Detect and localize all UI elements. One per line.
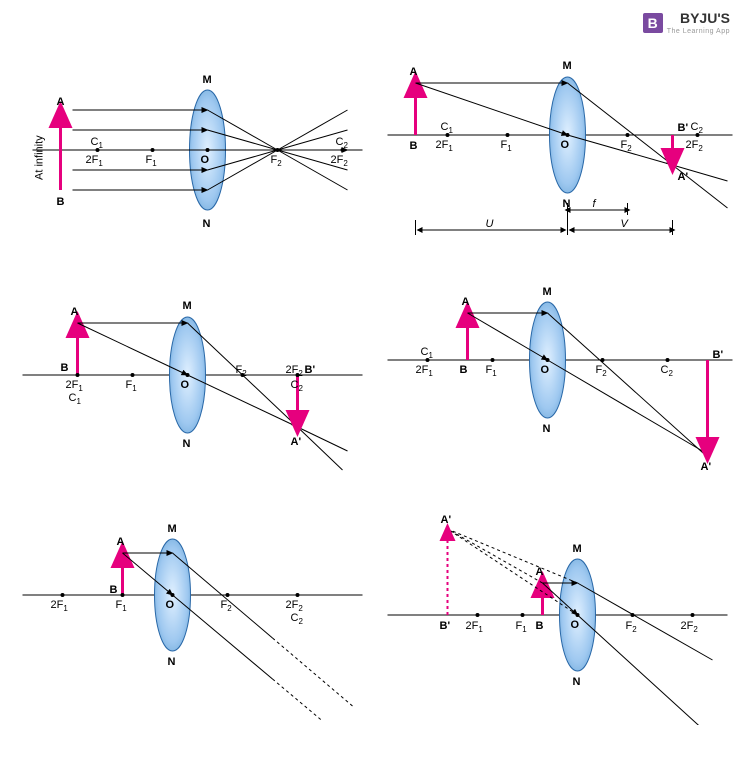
svg-text:C1: C1 <box>421 346 434 360</box>
svg-text:2F2: 2F2 <box>286 364 304 378</box>
svg-text:U: U <box>486 218 494 230</box>
svg-text:2F2: 2F2 <box>686 139 704 153</box>
label-F1: F1 <box>146 154 158 168</box>
svg-text:F2: F2 <box>626 620 638 634</box>
svg-text:2F1: 2F1 <box>436 139 454 153</box>
svg-text:B: B <box>460 364 468 376</box>
svg-text:F1: F1 <box>501 139 513 153</box>
svg-text:M: M <box>573 543 582 555</box>
svg-text:C1: C1 <box>441 121 454 135</box>
svg-text:F2: F2 <box>621 139 633 153</box>
diagram-at-2f1: A B B' A' M N O 2F1 C1 F1 F2 2F2 C2 <box>10 265 375 495</box>
svg-text:A: A <box>462 296 470 308</box>
svg-text:N: N <box>573 676 581 688</box>
svg-text:F1: F1 <box>516 620 528 634</box>
svg-text:B: B <box>110 584 118 596</box>
label-C1: C1 <box>91 136 104 150</box>
svg-text:A: A <box>117 536 125 548</box>
label-M: M <box>203 74 212 86</box>
svg-text:O: O <box>541 364 550 376</box>
svg-text:A': A' <box>701 461 712 473</box>
svg-text:O: O <box>571 619 580 631</box>
label-A: A <box>57 96 65 108</box>
svg-text:C2: C2 <box>691 121 704 135</box>
diagram-between-f1-o: A' B' A B M N O 2F1 F1 F2 2F2 <box>375 495 740 725</box>
svg-text:B': B' <box>305 364 316 376</box>
svg-text:2F2: 2F2 <box>681 620 699 634</box>
svg-text:N: N <box>563 198 571 210</box>
svg-text:M: M <box>168 523 177 535</box>
label-F2: F2 <box>271 154 283 168</box>
svg-text:F1: F1 <box>486 364 498 378</box>
svg-text:N: N <box>183 438 191 450</box>
svg-text:M: M <box>543 286 552 298</box>
svg-text:A': A' <box>441 514 452 526</box>
svg-text:M: M <box>183 300 192 312</box>
svg-text:N: N <box>168 656 176 668</box>
label-2F1: 2F1 <box>86 154 104 168</box>
brand-logo: B BYJU'S The Learning App <box>10 10 740 35</box>
svg-text:B: B <box>61 362 69 374</box>
label-2F2: 2F2 <box>331 154 349 168</box>
label-at-infinity: At infinity <box>34 135 46 180</box>
diagram-infinity: A B At infinity M N O C1 2F1 F1 F2 C2 2F… <box>10 35 375 265</box>
svg-text:O: O <box>181 379 190 391</box>
svg-text:A: A <box>410 66 418 78</box>
svg-text:A: A <box>536 566 544 578</box>
svg-text:N: N <box>543 423 551 435</box>
diagram-between-f1-2f1: A B B' A' M N O C1 2F1 F1 F2 C2 <box>375 265 740 495</box>
svg-text:F2: F2 <box>596 364 608 378</box>
logo-tagline: The Learning App <box>667 28 730 35</box>
logo-mark: B <box>643 13 663 33</box>
svg-text:2F1: 2F1 <box>466 620 484 634</box>
svg-text:O: O <box>166 599 175 611</box>
svg-text:F1: F1 <box>116 599 128 613</box>
logo-name: BYJU'S <box>680 10 730 26</box>
svg-text:C2: C2 <box>291 612 304 626</box>
svg-text:O: O <box>561 139 570 151</box>
svg-text:A': A' <box>678 171 689 183</box>
svg-text:f: f <box>593 198 597 210</box>
svg-text:B': B' <box>678 122 689 134</box>
svg-text:C2: C2 <box>661 364 674 378</box>
svg-text:B': B' <box>713 349 724 361</box>
label-N: N <box>203 218 211 230</box>
svg-text:F2: F2 <box>221 599 233 613</box>
svg-text:A: A <box>71 306 79 318</box>
svg-text:F2: F2 <box>236 364 248 378</box>
svg-text:F1: F1 <box>126 379 138 393</box>
svg-text:C1: C1 <box>69 392 82 406</box>
diagram-beyond-2f1: A B B' A' M N O C1 2F1 F1 F2 C2 2F2 f U … <box>375 35 740 265</box>
label-O: O <box>201 154 210 166</box>
label-C2: C2 <box>336 136 349 150</box>
svg-text:2F1: 2F1 <box>66 379 84 393</box>
svg-text:M: M <box>563 60 572 72</box>
svg-text:A': A' <box>291 436 302 448</box>
svg-text:V: V <box>621 218 630 230</box>
label-B: B <box>57 196 65 208</box>
svg-text:2F2: 2F2 <box>286 599 304 613</box>
diagram-at-f1: A B M N O 2F1 F1 F2 2F2 C2 <box>10 495 375 725</box>
svg-text:B: B <box>536 620 544 632</box>
svg-text:B': B' <box>440 620 451 632</box>
svg-text:B: B <box>410 140 418 152</box>
svg-text:2F1: 2F1 <box>51 599 69 613</box>
svg-text:2F1: 2F1 <box>416 364 434 378</box>
svg-text:C2: C2 <box>291 379 304 393</box>
